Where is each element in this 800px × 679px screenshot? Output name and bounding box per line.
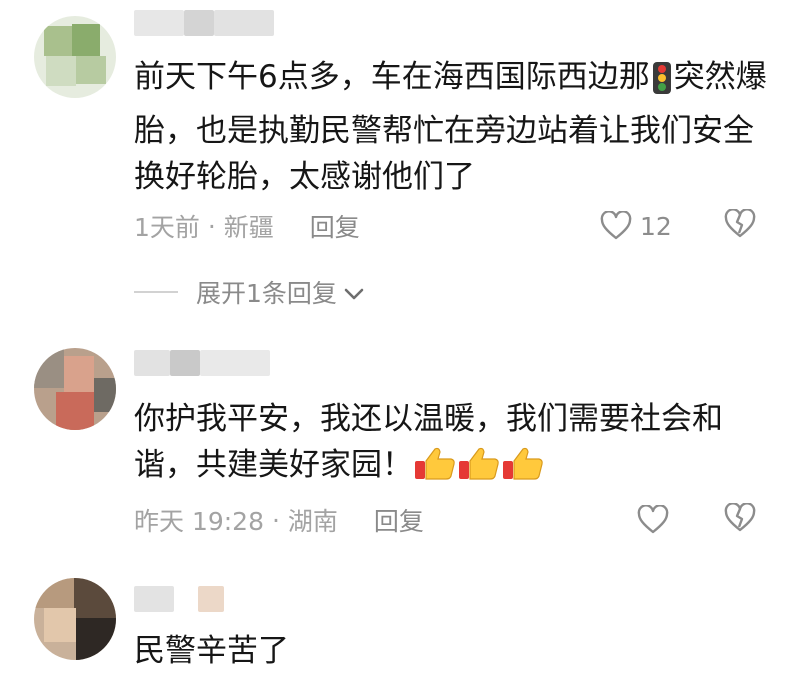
divider — [134, 291, 178, 293]
username-blur — [170, 350, 200, 376]
username-blur — [198, 586, 224, 612]
like-button[interactable]: 12 — [600, 206, 672, 246]
avatar-blur — [46, 56, 76, 86]
expand-replies-button[interactable]: 展开1条回复 — [134, 274, 365, 310]
username-blurred[interactable] — [134, 586, 244, 612]
broken-heart-icon — [724, 208, 756, 243]
comment-text-body: 民警辛苦了 — [134, 633, 289, 669]
username-blur — [200, 350, 270, 376]
dislike-button[interactable] — [724, 206, 756, 246]
comment-meta: 1天前 · 新疆 回复 — [134, 206, 360, 246]
comment-time: 昨天 19:28 — [134, 507, 264, 536]
dislike-button[interactable] — [724, 500, 756, 540]
heart-icon — [600, 211, 632, 241]
comment-location: 新疆 — [223, 213, 274, 242]
heart-icon — [637, 505, 669, 535]
username-blurred[interactable] — [134, 350, 284, 376]
comment-text: 你护我平安，我还以温暖，我们需要社会和谐，共建美好家园！ — [134, 396, 774, 496]
username-blur — [134, 10, 184, 36]
meta-separator: · — [199, 211, 224, 241]
avatar[interactable] — [34, 16, 116, 98]
reply-button[interactable]: 回复 — [374, 502, 424, 538]
avatar[interactable] — [34, 578, 116, 660]
username-blurred[interactable] — [134, 10, 284, 36]
avatar-blur — [76, 618, 116, 660]
avatar-blur — [34, 348, 64, 388]
username-blur — [134, 586, 174, 612]
like-count: 12 — [640, 211, 672, 241]
traffic-light-icon — [650, 61, 674, 108]
broken-heart-icon — [724, 502, 756, 537]
reply-button[interactable]: 回复 — [310, 208, 360, 244]
avatar-blur — [64, 356, 94, 392]
avatar-blur — [56, 392, 94, 430]
username-blur — [184, 10, 214, 36]
comment-text-part: 前天下午6点多，车在海西国际西边那 — [134, 59, 650, 95]
meta-separator: · — [264, 505, 288, 535]
comment-text: 前天下午6点多，车在海西国际西边那 突然爆胎，也是执勤民警帮忙在旁边站着让我们安全… — [134, 54, 774, 200]
avatar-blur — [74, 578, 116, 618]
avatar-blur — [44, 608, 76, 642]
like-button[interactable] — [637, 500, 669, 540]
comment-text: 民警辛苦了 — [134, 628, 774, 674]
avatar-blur — [34, 578, 74, 608]
chevron-down-icon — [343, 278, 365, 307]
avatar-blur — [44, 26, 72, 56]
avatar-blur — [94, 378, 116, 412]
thumbs-up-icon — [413, 445, 545, 496]
comment-time: 1天前 — [134, 213, 200, 242]
username-blur — [214, 10, 274, 36]
expand-replies-label: 展开1条回复 — [196, 279, 337, 308]
avatar-blur — [72, 24, 100, 56]
username-blur — [134, 350, 170, 376]
comment-location: 湖南 — [287, 507, 338, 536]
avatar-blur — [76, 56, 106, 84]
comment-meta: 昨天 19:28 · 湖南 回复 — [134, 500, 424, 540]
avatar[interactable] — [34, 348, 116, 430]
